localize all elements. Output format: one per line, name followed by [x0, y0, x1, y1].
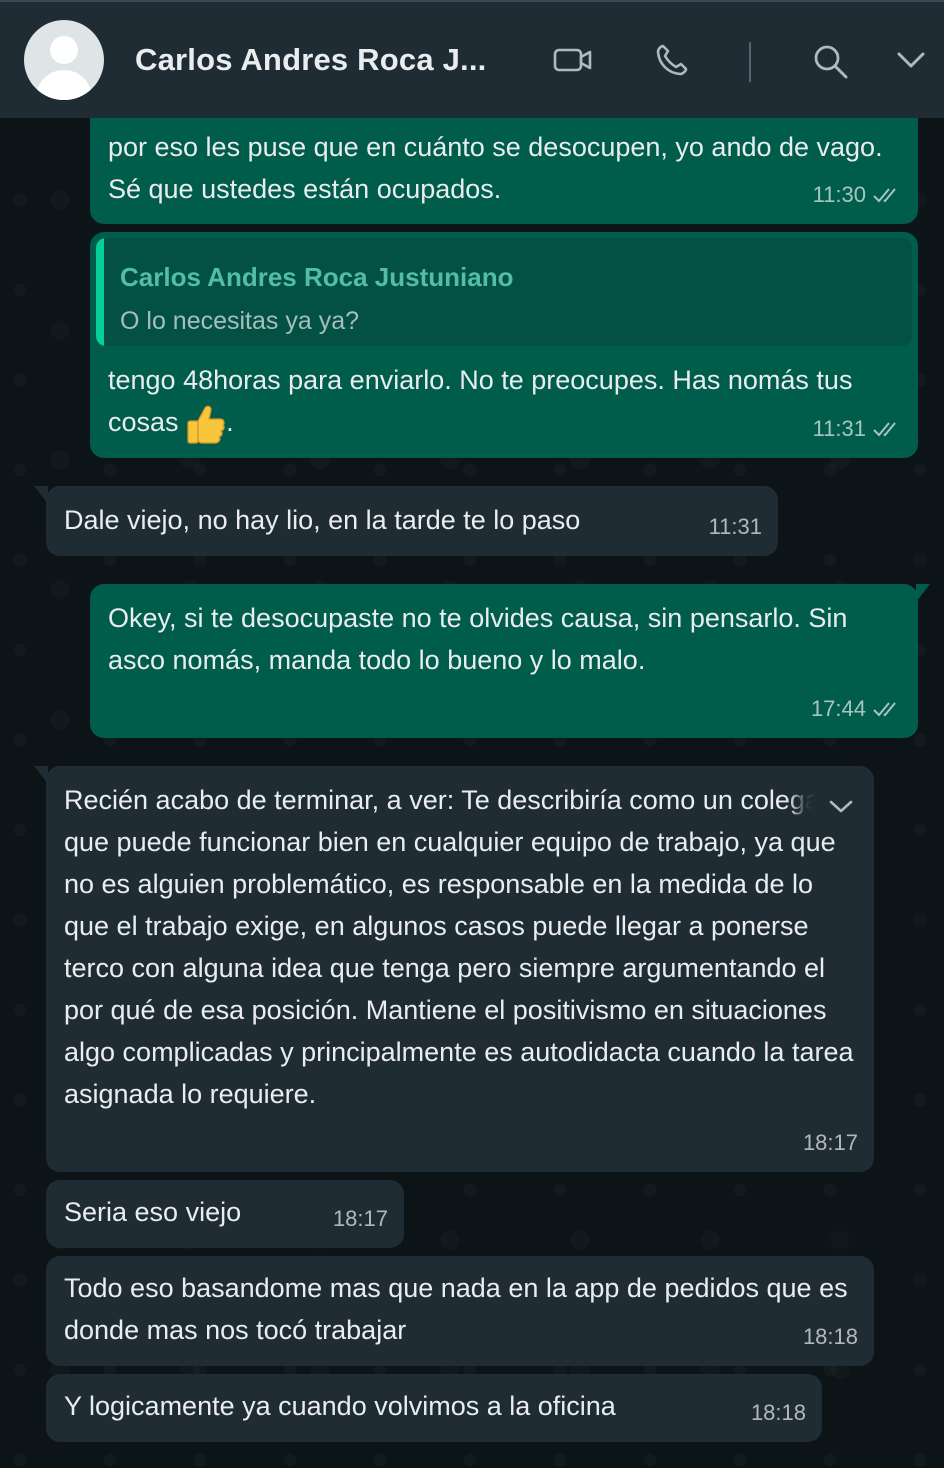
- quoted-sender-name: Carlos Andres Roca Justuniano: [120, 262, 514, 292]
- search-icon[interactable]: [812, 43, 850, 86]
- avatar-body: [36, 70, 92, 100]
- message-meta: 18:18: [803, 1316, 858, 1358]
- message-text: Todo eso basandome mas que nada en la ap…: [64, 1273, 848, 1345]
- message-bubble-outgoing[interactable]: Okey, si te desocupaste no te olvides ca…: [90, 584, 930, 738]
- message-meta: 18:18: [751, 1392, 806, 1434]
- message-bubble-incoming[interactable]: Dale viejo, no hay lio, en la tarde te l…: [34, 486, 778, 556]
- message-text: por eso les puse que en cuánto se desocu…: [108, 132, 883, 204]
- message-trailing-text: .: [226, 407, 234, 437]
- double-check-icon: [873, 422, 896, 437]
- message-bubble-incoming[interactable]: Todo eso basandome mas que nada en la ap…: [46, 1256, 874, 1366]
- chat-header: Carlos Andres Roca J...: [0, 0, 944, 118]
- message-text: Dale viejo, no hay lio, en la tarde te l…: [64, 505, 581, 535]
- quote-accent-bar: [96, 238, 104, 346]
- message-time: 18:17: [332, 1206, 388, 1231]
- message-body: tengo 48horas para enviarlo. No te preoc…: [108, 359, 898, 445]
- quoted-text: O lo necesitas ya ya?: [120, 307, 360, 335]
- message-menu-chevron-icon[interactable]: [814, 786, 854, 828]
- contact-name[interactable]: Carlos Andres Roca J...: [135, 42, 486, 78]
- message-text: Seria eso viejo: [64, 1197, 242, 1227]
- message-bubble-outgoing-reply[interactable]: Carlos Andres Roca Justuniano O lo neces…: [90, 232, 918, 458]
- bubble-tail: [34, 766, 48, 784]
- message-bubble-incoming[interactable]: Seria eso viejo 18:17: [46, 1180, 404, 1248]
- message-meta: 11:31: [813, 408, 902, 450]
- bubble-tail: [34, 486, 48, 504]
- message-time: 17:44: [810, 696, 866, 721]
- message-text: Recién acabo de terminar, a ver: Te desc…: [64, 785, 854, 1109]
- message-time: 18:17: [802, 1130, 858, 1155]
- message-meta: 17:44: [811, 688, 902, 730]
- quoted-message[interactable]: Carlos Andres Roca Justuniano O lo neces…: [96, 238, 912, 346]
- double-check-icon: [873, 702, 896, 717]
- video-call-icon[interactable]: [553, 44, 593, 81]
- chevron-down-icon[interactable]: [895, 50, 927, 77]
- contact-avatar[interactable]: [24, 20, 104, 100]
- avatar-head: [50, 36, 78, 64]
- message-time: 18:18: [750, 1400, 806, 1425]
- message-meta: 11:31: [709, 506, 762, 548]
- message-bubble-incoming[interactable]: Recién acabo de terminar, a ver: Te desc…: [34, 766, 874, 1172]
- message-meta: 18:17: [803, 1122, 858, 1164]
- phone-call-icon[interactable]: [654, 42, 690, 83]
- message-bubble-incoming[interactable]: Y logicamente ya cuando volvimos a la of…: [46, 1374, 822, 1442]
- double-check-icon: [873, 188, 896, 203]
- message-time: 11:31: [708, 514, 762, 539]
- message-meta: 11:30: [813, 174, 902, 216]
- message-text: Y logicamente ya cuando volvimos a la of…: [64, 1391, 616, 1421]
- header-divider: [749, 42, 751, 82]
- message-meta: 18:17: [333, 1198, 388, 1240]
- message-time: 18:18: [802, 1324, 858, 1349]
- message-time: 11:31: [812, 416, 866, 441]
- message-text: Okey, si te desocupaste no te olvides ca…: [108, 603, 848, 675]
- bubble-tail: [916, 584, 930, 602]
- thumbs-up-emoji-icon: [187, 405, 225, 444]
- message-time: 11:30: [812, 182, 866, 207]
